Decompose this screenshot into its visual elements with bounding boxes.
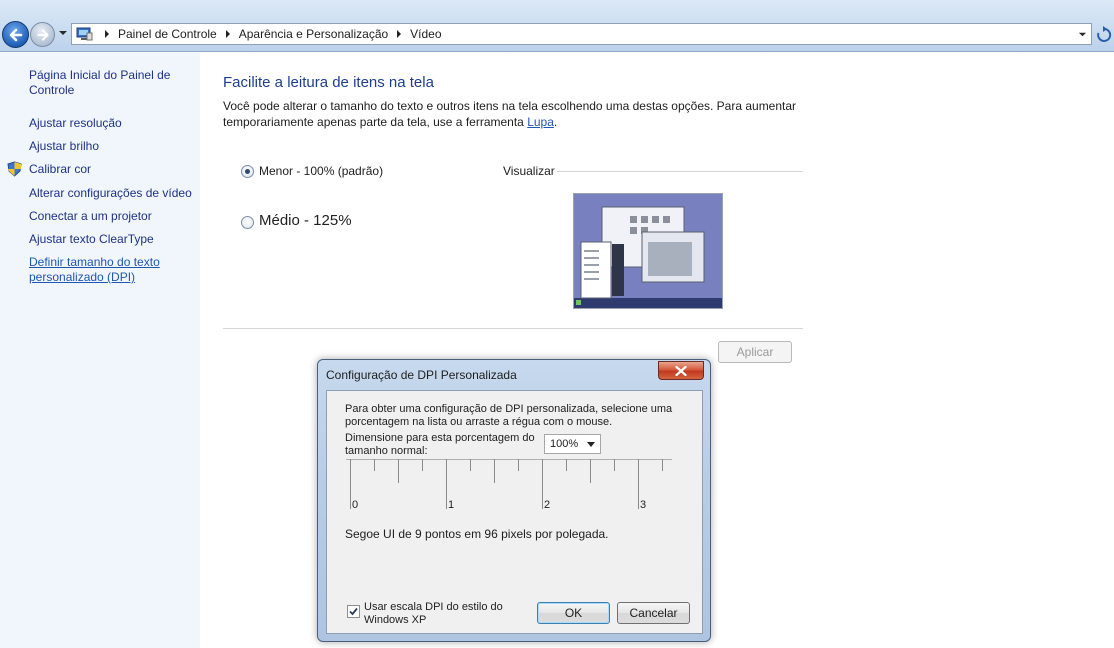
sidebar-item-cleartype[interactable]: Ajustar texto ClearType [29, 232, 154, 247]
custom-dpi-dialog: Configuração de DPI Personalizada Para o… [317, 359, 711, 642]
scale-percentage-select[interactable]: 100% [544, 434, 601, 454]
ruler-tick [374, 459, 375, 471]
magnifier-link[interactable]: Lupa [527, 115, 554, 129]
recent-pages-dropdown-icon[interactable] [58, 28, 68, 38]
description-end: . [553, 115, 558, 129]
ruler-tick [638, 459, 639, 509]
forward-arrow-icon [37, 29, 49, 41]
address-dropdown-icon[interactable] [1078, 30, 1087, 39]
description-text: Você pode alterar o tamanho do texto e o… [223, 99, 797, 129]
ruler-tick [470, 459, 471, 471]
checkmark-icon [349, 607, 358, 616]
apply-button[interactable]: Aplicar [718, 341, 792, 363]
xp-scaling-checkbox[interactable] [347, 605, 360, 618]
refresh-icon[interactable] [1094, 25, 1114, 45]
address-bar[interactable]: Painel de Controle Aparência e Personali… [71, 23, 1092, 45]
preview-image [573, 193, 723, 309]
ruler-tick [494, 459, 495, 483]
ruler-tick [590, 459, 591, 483]
uac-shield-icon [7, 161, 22, 177]
radio-smaller[interactable] [241, 164, 254, 178]
ruler-label-0: 0 [352, 499, 359, 511]
preview-divider [557, 171, 803, 172]
sidebar-item-calibrate-color[interactable]: Calibrar cor [29, 162, 91, 177]
sidebar-item-brightness[interactable]: Ajustar brilho [29, 139, 99, 154]
close-icon [675, 366, 687, 376]
xp-scaling-label[interactable]: Usar escala DPI do estilo do Windows XP [364, 601, 524, 627]
ruler-tick [614, 459, 615, 471]
scale-percentage-value: 100% [550, 438, 579, 450]
radio-medium[interactable] [241, 216, 254, 229]
breadcrumb: Painel de Controle Aparência e Personali… [96, 27, 442, 41]
option-medium[interactable]: Médio - 125% [241, 212, 352, 229]
ruler-tick [542, 459, 543, 509]
font-info-text: Segoe UI de 9 pontos em 96 pixels por po… [345, 527, 609, 541]
breadcrumb-display[interactable]: Vídeo [410, 27, 441, 41]
ruler-tick [566, 459, 567, 471]
sidebar-item-custom-dpi[interactable]: Definir tamanho do texto personalizado (… [29, 255, 174, 285]
control-panel-icon [76, 27, 93, 41]
chevron-right-icon[interactable] [393, 28, 405, 40]
sidebar-item-home[interactable]: Página Inicial do Painel de Controle [29, 68, 189, 98]
page-title: Facilite a leitura de itens na tela [223, 74, 434, 91]
dpi-ruler[interactable]: 0 1 2 3 [346, 459, 672, 514]
ruler-tick [518, 459, 519, 471]
desktop-preview-icon [574, 194, 722, 308]
option-medium-label: Médio - 125% [259, 212, 352, 229]
ruler-edge [346, 459, 672, 460]
ruler-label-1: 1 [448, 499, 455, 511]
dialog-instructions: Para obter uma configuração de DPI perso… [345, 403, 673, 428]
ruler-tick [446, 459, 447, 509]
chevron-right-icon[interactable] [222, 28, 234, 40]
preview-label: Visualizar [503, 164, 555, 178]
breadcrumb-appearance[interactable]: Aparência e Personalização [239, 27, 388, 41]
scale-label: Dimensione para esta porcentagem do tama… [345, 432, 535, 457]
forward-button[interactable] [30, 22, 55, 47]
back-arrow-icon [9, 28, 23, 42]
sidebar-item-display-settings[interactable]: Alterar configurações de vídeo [29, 186, 192, 201]
sidebar-item-resolution[interactable]: Ajustar resolução [29, 116, 122, 131]
dialog-body: Para obter uma configuração de DPI perso… [326, 390, 703, 634]
cancel-button[interactable]: Cancelar [617, 602, 690, 624]
sidebar: Página Inicial do Painel de Controle Aju… [0, 53, 200, 648]
ruler-tick [350, 459, 351, 509]
page-description: Você pode alterar o tamanho do texto e o… [223, 98, 823, 130]
breadcrumb-control-panel[interactable]: Painel de Controle [118, 27, 217, 41]
ok-button[interactable]: OK [537, 602, 610, 624]
dialog-title: Configuração de DPI Personalizada [326, 368, 517, 382]
ruler-label-2: 2 [544, 499, 551, 511]
sidebar-item-projector[interactable]: Conectar a um projetor [29, 209, 152, 224]
ruler-label-3: 3 [640, 499, 647, 511]
content-divider [223, 328, 803, 329]
option-smaller[interactable]: Menor - 100% (padrão) [241, 164, 383, 178]
navigation-bar: Painel de Controle Aparência e Personali… [0, 0, 1114, 52]
dialog-close-button[interactable] [658, 361, 704, 380]
ruler-tick [662, 459, 663, 471]
ruler-tick [422, 459, 423, 471]
back-button[interactable] [2, 21, 29, 48]
chevron-down-icon [587, 442, 595, 447]
ruler-tick [398, 459, 399, 483]
option-smaller-label: Menor - 100% (padrão) [259, 164, 384, 178]
chevron-right-icon[interactable] [101, 28, 113, 40]
